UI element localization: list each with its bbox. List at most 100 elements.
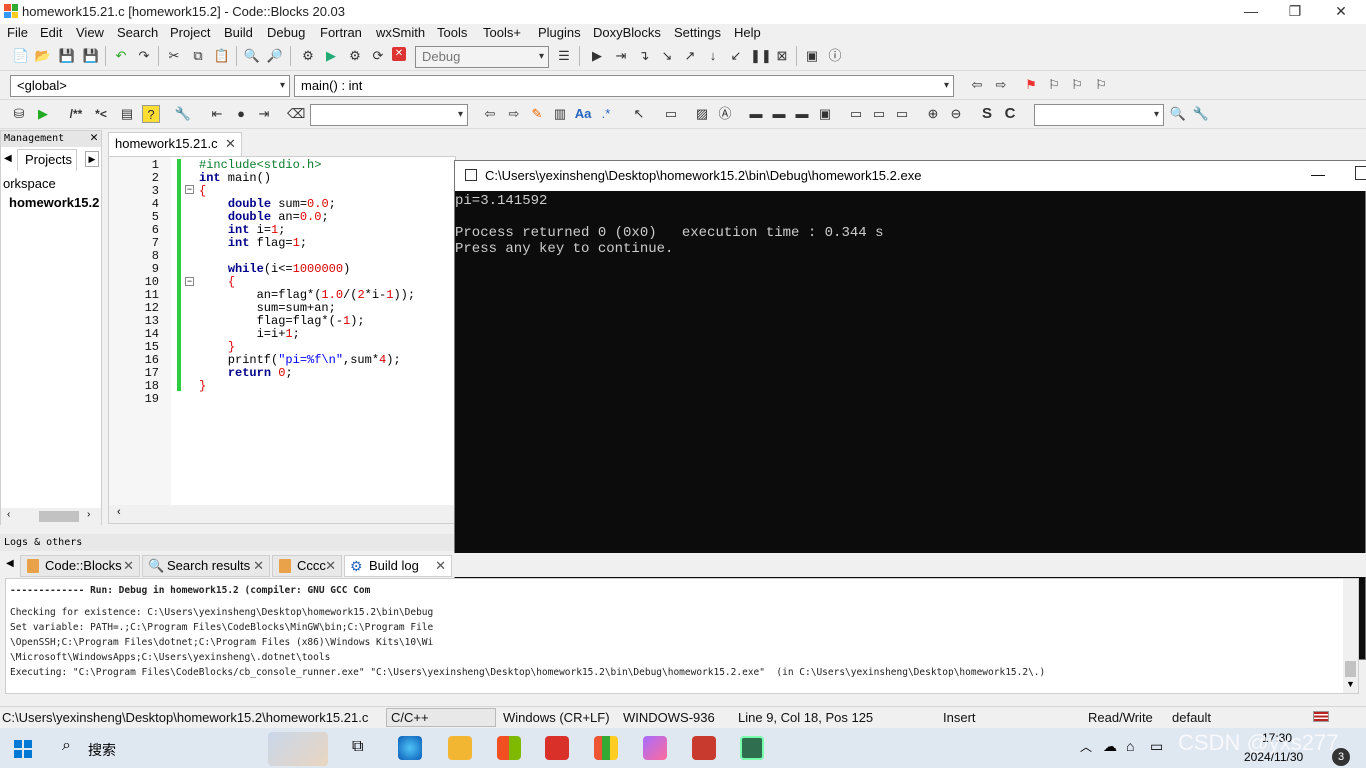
next-marker-icon[interactable]: ⇥ bbox=[255, 105, 273, 123]
file-explorer-icon[interactable] bbox=[448, 736, 472, 760]
search-next-icon[interactable]: ⇨ bbox=[505, 105, 523, 123]
network-icon[interactable]: ⌂ bbox=[1126, 738, 1134, 754]
next-instruction-icon[interactable]: ↓ bbox=[704, 47, 722, 65]
paint-icon[interactable] bbox=[643, 736, 667, 760]
console-maximize-button[interactable] bbox=[1355, 166, 1366, 180]
clear-bookmarks-icon[interactable]: ⚐ bbox=[1092, 76, 1110, 94]
regex-icon[interactable]: .* bbox=[597, 105, 615, 123]
save-icon[interactable]: 💾 bbox=[58, 47, 76, 65]
build-target-select[interactable]: Debug ▾ bbox=[415, 46, 549, 68]
pointer-icon[interactable]: ↖ bbox=[630, 105, 648, 123]
log-vertical-scrollbar[interactable]: ▼ bbox=[1343, 579, 1358, 693]
prev-marker-icon[interactable]: ⇤ bbox=[208, 105, 226, 123]
console-minimize-button[interactable]: — bbox=[1311, 166, 1325, 182]
redo-icon[interactable]: ↷ bbox=[135, 47, 153, 65]
menu-fortran[interactable]: Fortran bbox=[320, 25, 362, 40]
copy-icon[interactable]: ⧉ bbox=[189, 47, 207, 65]
close-log-tab-icon[interactable]: ✕ bbox=[325, 556, 336, 576]
battery-icon[interactable]: ▭ bbox=[1150, 738, 1163, 755]
tab-scroll-left-icon[interactable]: ◀ bbox=[4, 153, 12, 164]
store-icon[interactable] bbox=[497, 736, 521, 760]
forward-arrow-icon[interactable]: ⇨ bbox=[992, 76, 1010, 94]
shape4-icon[interactable]: ▣ bbox=[816, 105, 834, 123]
menu-tools[interactable]: Tools bbox=[437, 25, 467, 40]
replace-icon[interactable]: 🔎 bbox=[266, 47, 284, 65]
c-icon[interactable]: C bbox=[1001, 105, 1019, 123]
close-button[interactable]: ✕ bbox=[1318, 0, 1364, 24]
rectangle-icon[interactable]: ▭ bbox=[662, 105, 680, 123]
menu-plugins[interactable]: Plugins bbox=[538, 25, 581, 40]
match-case-icon[interactable]: Aa bbox=[574, 105, 592, 123]
step-into-icon[interactable]: ↘ bbox=[658, 47, 676, 65]
menu-debug[interactable]: Debug bbox=[267, 25, 305, 40]
taskbar-search[interactable]: 搜索 bbox=[88, 740, 116, 760]
build-run-icon[interactable]: ⚙ bbox=[346, 47, 364, 65]
comment-block-icon[interactable]: /** bbox=[64, 105, 88, 123]
minimize-button[interactable]: — bbox=[1228, 0, 1274, 24]
open-icon[interactable]: 📂 bbox=[34, 47, 52, 65]
tab-search-results[interactable]: 🔍 Search results ✕ bbox=[142, 555, 270, 577]
find-icon[interactable]: 🔍 bbox=[243, 47, 261, 65]
build-log-pane[interactable]: ------------- Run: Debug in homework15.2… bbox=[5, 578, 1359, 694]
tab-editor-file[interactable]: homework15.21.c ✕ bbox=[108, 132, 242, 156]
menu-help[interactable]: Help bbox=[734, 25, 761, 40]
tab-codeblocks-log[interactable]: Code::Blocks ✕ bbox=[20, 555, 140, 577]
horizontal-scrollbar[interactable]: ‹ › bbox=[1, 508, 101, 525]
tool-select[interactable]: ▾ bbox=[1034, 104, 1164, 126]
menu-file[interactable]: File bbox=[7, 25, 28, 40]
shape2-icon[interactable]: ▬ bbox=[770, 105, 788, 123]
html-icon[interactable]: ▤ bbox=[118, 105, 136, 123]
undo-icon[interactable]: ↶ bbox=[112, 47, 130, 65]
project-node[interactable]: homework15.2 bbox=[9, 195, 99, 210]
stop-debug-icon[interactable]: ⊠ bbox=[773, 47, 791, 65]
abort-icon[interactable]: ✕ bbox=[392, 47, 406, 61]
tool-search-icon[interactable]: 🔍 bbox=[1169, 105, 1187, 123]
rebuild-icon[interactable]: ⟳ bbox=[369, 47, 387, 65]
prev-bookmark-icon[interactable]: ⚐ bbox=[1045, 76, 1063, 94]
tab-projects[interactable]: Projects bbox=[17, 149, 77, 171]
menu-doxyblocks[interactable]: DoxyBlocks bbox=[593, 25, 661, 40]
debug-windows-icon[interactable]: ▣ bbox=[803, 47, 821, 65]
build-gear-icon[interactable]: ⚙ bbox=[299, 47, 317, 65]
task-view-icon[interactable]: ⧉ bbox=[352, 738, 363, 756]
menu-view[interactable]: View bbox=[76, 25, 104, 40]
editor-horizontal-scrollbar[interactable]: ‹ bbox=[109, 505, 455, 523]
codeblocks-taskbar-icon[interactable] bbox=[594, 736, 618, 760]
tab-scroll-right-icon[interactable]: ▶ bbox=[85, 151, 99, 167]
app-icon[interactable] bbox=[692, 736, 716, 760]
zoom-in-icon[interactable]: ⊕ bbox=[924, 105, 942, 123]
shape1-icon[interactable]: ▬ bbox=[747, 105, 765, 123]
tab-build-log[interactable]: ⚙ Build log ✕ bbox=[344, 555, 452, 577]
menu-build[interactable]: Build bbox=[224, 25, 253, 40]
shape5-icon[interactable]: ▭ bbox=[847, 105, 865, 123]
next-bookmark-icon[interactable]: ⚐ bbox=[1068, 76, 1086, 94]
debug-start-icon[interactable]: ▶ bbox=[588, 47, 606, 65]
close-tab-icon[interactable]: ✕ bbox=[225, 136, 236, 152]
zoom-out-icon[interactable]: ⊖ bbox=[947, 105, 965, 123]
cut-icon[interactable]: ✂ bbox=[165, 47, 183, 65]
help-icon[interactable]: ? bbox=[142, 105, 160, 123]
menu-tools-plus[interactable]: Tools+ bbox=[483, 25, 521, 40]
info-icon[interactable]: ⓘ bbox=[826, 47, 844, 65]
wps-icon[interactable] bbox=[545, 736, 569, 760]
console-taskbar-icon[interactable] bbox=[740, 736, 764, 760]
windows-start-icon[interactable] bbox=[14, 740, 32, 758]
workspace-node[interactable]: orkspace bbox=[3, 176, 56, 191]
menu-settings[interactable]: Settings bbox=[674, 25, 721, 40]
next-line-icon[interactable]: ↴ bbox=[635, 47, 653, 65]
selected-text-icon[interactable]: ▥ bbox=[551, 105, 569, 123]
scope-select[interactable]: <global> ▾ bbox=[10, 75, 290, 97]
edge-icon[interactable] bbox=[398, 736, 422, 760]
menu-search[interactable]: Search bbox=[117, 25, 158, 40]
save-all-icon[interactable]: 💾 bbox=[82, 47, 100, 65]
back-arrow-icon[interactable]: ⇦ bbox=[968, 76, 986, 94]
doxy-run-icon[interactable]: ▶ bbox=[34, 105, 52, 123]
shape7-icon[interactable]: ▭ bbox=[893, 105, 911, 123]
chevron-up-icon[interactable]: ︿ bbox=[1080, 738, 1092, 755]
step-instruction-icon[interactable]: ↙ bbox=[727, 47, 745, 65]
image-icon[interactable]: ▨ bbox=[693, 105, 711, 123]
incremental-search-input[interactable]: ▾ bbox=[310, 104, 468, 126]
search-prev-icon[interactable]: ⇦ bbox=[481, 105, 499, 123]
close-log-tab-icon[interactable]: ✕ bbox=[123, 556, 134, 576]
clear-search-icon[interactable]: ⌫ bbox=[287, 105, 305, 123]
